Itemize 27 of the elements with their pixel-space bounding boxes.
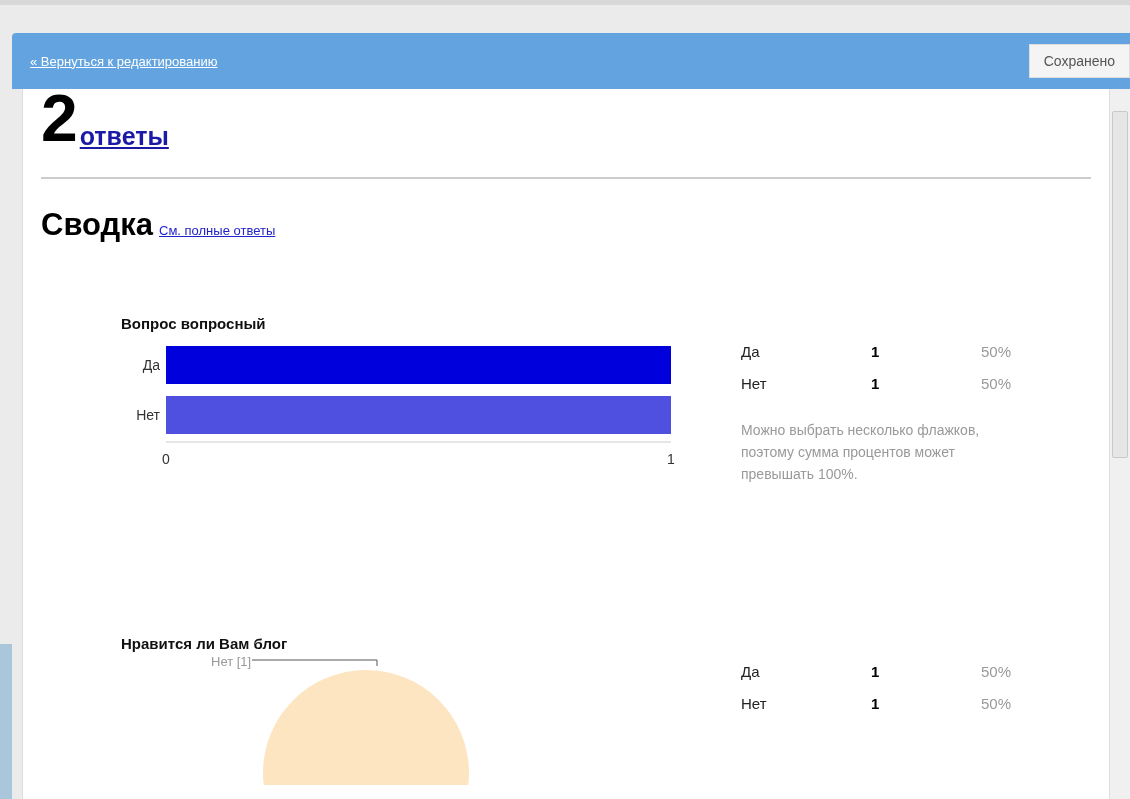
option-count: 1	[871, 374, 881, 392]
summary-title: Сводка	[41, 207, 153, 243]
question-title: Вопрос вопросный	[121, 315, 267, 332]
axis-label: Нет	[136, 407, 160, 423]
option-count: 1	[871, 694, 881, 712]
question-title: Нравится ли Вам блог	[121, 635, 289, 652]
scrollbar[interactable]	[1109, 89, 1130, 799]
option-label: Нет	[741, 694, 768, 712]
full-responses-link[interactable]: См. полные ответы	[159, 223, 276, 238]
scrollbar-thumb[interactable]	[1112, 111, 1128, 458]
saved-button[interactable]: Сохранено	[1028, 44, 1130, 78]
tick-label: 0	[162, 451, 170, 467]
option-count: 1	[871, 662, 881, 680]
responses-link[interactable]: ответы	[79, 122, 169, 151]
option-percent: 50%	[979, 662, 1011, 680]
option-percent: 50%	[979, 374, 1011, 392]
option-count: 1	[871, 342, 881, 360]
axis-label: Да	[142, 357, 160, 373]
option-label: Да	[741, 662, 761, 680]
note-text: Можно выбрать несколько флажков, поэтому сумма процентов может превышать 100%.	[741, 421, 981, 484]
option-percent: 50%	[979, 694, 1011, 712]
option-percent: 50%	[979, 342, 1011, 360]
option-label: Нет	[741, 374, 768, 392]
option-label: Да	[741, 342, 761, 360]
response-count: 2	[41, 89, 76, 147]
tick-label: 1	[667, 451, 675, 467]
slice-label: Нет [1]	[211, 654, 252, 669]
